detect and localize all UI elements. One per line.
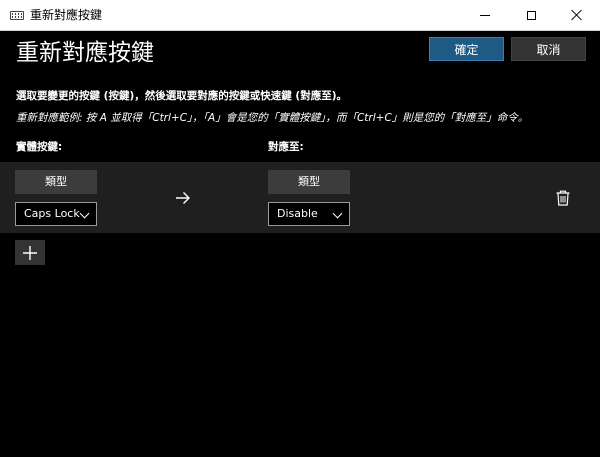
close-button[interactable]: [554, 0, 600, 30]
physical-key-dropdown[interactable]: Caps Lock: [15, 202, 97, 226]
minimize-icon: [480, 14, 490, 16]
add-mapping-button[interactable]: [15, 240, 45, 265]
page-title: 重新對應按鍵: [16, 40, 154, 66]
physical-key-value: Caps Lock: [24, 207, 80, 220]
close-icon: [571, 9, 583, 21]
mapped-to-header: 對應至:: [268, 141, 304, 153]
chevron-down-icon: [79, 208, 90, 219]
example-text: 重新對應範例: 按 A 並取得「Ctrl+C」，「A」會是您的「實體按鍵」，而「…: [16, 112, 529, 124]
title-bar: 重新對應按鍵: [0, 0, 600, 31]
cancel-button[interactable]: 取消: [511, 37, 586, 61]
mapped-type-button[interactable]: 類型: [268, 170, 350, 194]
maximize-button[interactable]: [508, 0, 554, 30]
plus-icon: [23, 245, 37, 260]
trash-icon[interactable]: [556, 190, 570, 206]
ok-button[interactable]: 確定: [429, 37, 504, 61]
mapped-key-dropdown[interactable]: Disable: [268, 202, 350, 226]
physical-key-header: 實體按鍵:: [16, 141, 63, 153]
mapping-row: 類型 Caps Lock 類型 Disable: [0, 162, 600, 233]
instruction-text: 選取要變更的按鍵 (按鍵)，然後選取要對應的按鍵或快速鍵 (對應至)。: [16, 90, 348, 102]
mapped-key-value: Disable: [277, 207, 318, 220]
keyboard-icon: [10, 11, 24, 20]
window-title: 重新對應按鍵: [30, 8, 103, 22]
minimize-button[interactable]: [462, 0, 508, 30]
arrow-right-icon: [176, 192, 190, 204]
maximize-icon: [526, 10, 536, 20]
physical-type-button[interactable]: 類型: [15, 170, 97, 194]
chevron-down-icon: [332, 208, 343, 219]
